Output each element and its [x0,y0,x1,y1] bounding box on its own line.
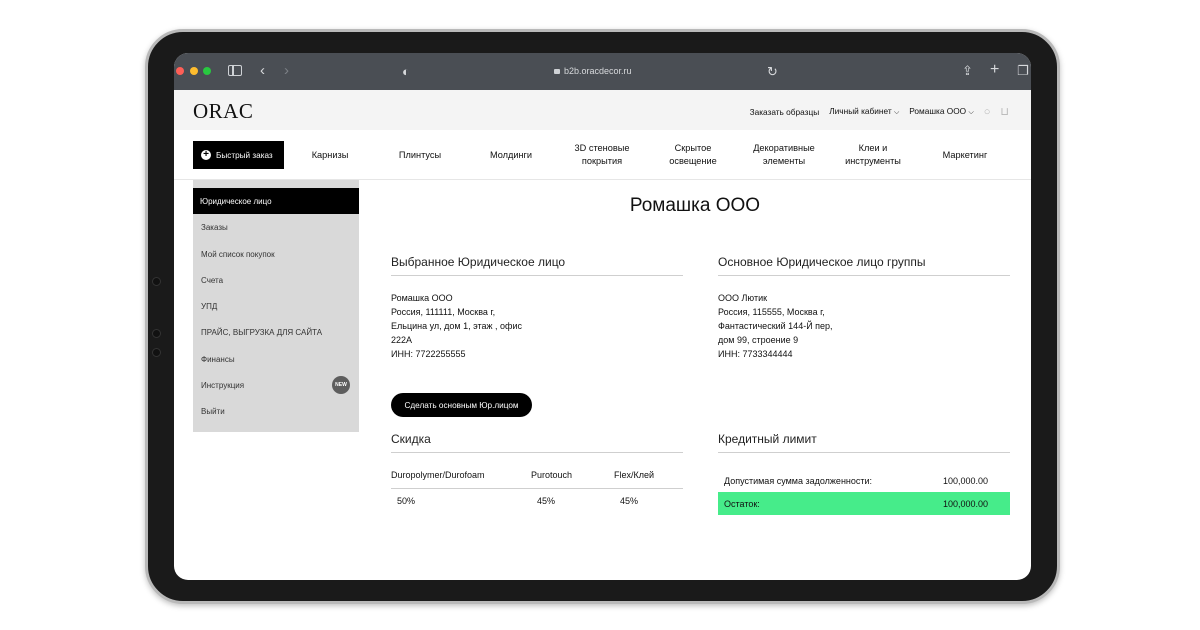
quick-order-button[interactable]: + Быстрый заказ [193,141,284,169]
credit-allowed-value: 100,000.00 [942,475,988,486]
browser-toolbar: ‹ › ◐ b2b.oracdecor.ru ↻ ⇪ + ❐ [174,53,1031,90]
group-entity-address: ООО Лютик Россия, 115555, Москва г, Фант… [718,291,833,361]
forward-icon[interactable]: › [284,63,289,78]
divider [718,275,1010,276]
selected-entity-address: Ромашка ООО Россия, 111111, Москва г, Ел… [391,291,522,361]
divider [718,452,1010,453]
address-bar[interactable]: b2b.oracdecor.ru [554,66,632,76]
nav-item-cornices[interactable]: Карнизы [302,130,358,180]
account-menu-label: Личный кабинет [829,106,892,116]
account-sidebar: Юридическое лицо Заказы Мой список покуп… [193,180,359,432]
new-badge: NEW [332,376,350,394]
maximize-window-button[interactable] [203,67,211,75]
make-main-entity-button[interactable]: Сделать основным Юр.лицом [391,393,532,417]
address-line: Ромашка ООО [391,293,453,303]
credit-allowed-label: Допустимая сумма задолженности: [724,475,873,486]
discount-column-header: Flex/Клей [614,470,655,480]
sidebar-item-upd[interactable]: УПД [193,293,359,319]
sidebar-item-orders[interactable]: Заказы [193,214,359,240]
order-samples-link[interactable]: Заказать образцы [750,107,820,117]
sidebar-item-legal-entity[interactable]: Юридическое лицо [193,188,359,214]
sidebar-item-label: Инструкция [201,380,245,390]
discount-value: 45% [620,496,639,506]
discount-heading: Скидка [391,432,431,446]
url-text: b2b.oracdecor.ru [564,66,632,76]
address-line: ИНН: 7722255555 [391,349,466,359]
nav-item-decor[interactable]: Декоративные элементы [746,130,822,180]
back-icon[interactable]: ‹ [260,63,265,78]
lock-icon [554,69,560,74]
nav-item-adhesives[interactable]: Клеи и инструменты [838,130,908,180]
main-nav: + Быстрый заказ Карнизы Плинтусы Молдинг… [174,130,1031,180]
share-icon[interactable]: ⇪ [962,64,973,77]
header-links: Заказать образцы Личный кабинет ⌵ Ромашк… [750,105,1009,119]
plus-icon: + [201,150,211,160]
credit-limit-heading: Кредитный лимит [718,432,817,446]
cart-icon[interactable]: ⊔ [1000,105,1009,118]
account-menu[interactable]: Личный кабинет ⌵ [829,106,899,117]
group-entity-heading: Основное Юридическое лицо группы [718,255,926,269]
address-line: ООО Лютик [718,293,768,303]
minimize-window-button[interactable] [190,67,198,75]
shield-icon[interactable]: ◐ [402,65,410,78]
company-menu-label: Ромашка ООО [909,106,967,116]
sidebar-item-finance[interactable]: Финансы [193,346,359,372]
search-icon[interactable]: ○ [984,106,991,118]
address-line: Россия, 111111, Москва г, [391,307,496,317]
sidebar-item-shopping-list[interactable]: Мой список покупок [193,241,359,267]
divider [391,452,683,453]
divider [391,488,683,489]
credit-remaining-label: Остаток: [724,498,760,509]
ipad-button [152,348,161,357]
reload-icon[interactable]: ↻ [767,65,778,78]
nav-item-skirting[interactable]: Плинтусы [390,130,450,180]
nav-item-marketing[interactable]: Маркетинг [932,130,998,180]
browser-screen: ‹ › ◐ b2b.oracdecor.ru ↻ ⇪ + ❐ ORAC Зака… [174,53,1031,580]
discount-value: 45% [537,496,556,506]
sidebar-item-instructions[interactable]: Инструкция NEW [193,372,359,398]
discount-column-header: Purotouch [531,470,573,480]
ipad-button [152,277,161,286]
chevron-down-icon: ⌵ [893,109,900,116]
site-header: ORAC Заказать образцы Личный кабинет ⌵ Р… [174,90,1031,130]
address-line: Ельцина ул, дом 1, этаж , офис [391,321,522,331]
page-title: Ромашка ООО [629,195,761,216]
sidebar-item-invoices[interactable]: Счета [193,267,359,293]
credit-remaining-value: 100,000.00 [942,498,988,509]
sidebar-toggle-icon[interactable] [228,65,242,76]
address-line: Россия, 115555, Москва г, [718,307,825,317]
credit-allowed-row: Допустимая сумма задолженности: 100,000.… [718,469,1010,492]
divider [391,275,683,276]
sidebar-item-price-export[interactable]: ПРАЙС, ВЫГРУЗКА ДЛЯ САЙТА [193,319,359,345]
credit-remaining-row: Остаток: 100,000.00 [718,492,1010,515]
discount-value: 50% [397,496,416,506]
company-menu[interactable]: Ромашка ООО ⌵ [909,106,973,117]
address-line: ИНН: 7733344444 [718,349,793,359]
logo[interactable]: ORAC [193,99,253,124]
nav-item-3d-panels[interactable]: 3D стеновые покрытия [566,130,638,180]
address-line: 222А [391,335,413,345]
close-window-button[interactable] [176,67,184,75]
address-line: дом 99, строение 9 [718,335,799,345]
tabs-overview-icon[interactable]: ❐ [1017,64,1029,77]
nav-item-moldings[interactable]: Молдинги [481,130,541,180]
address-line: Фантастический 144-Й пер, [718,321,833,331]
nav-item-lighting[interactable]: Скрытое освещение [660,130,726,180]
quick-order-label: Быстрый заказ [216,150,273,160]
sidebar-item-logout[interactable]: Выйти [193,398,359,424]
selected-entity-heading: Выбранное Юридическое лицо [391,255,566,269]
discount-column-header: Duropolymer/Durofoam [391,470,485,480]
new-tab-icon[interactable]: + [990,62,999,78]
ipad-button [152,329,161,338]
chevron-down-icon: ⌵ [968,109,974,116]
